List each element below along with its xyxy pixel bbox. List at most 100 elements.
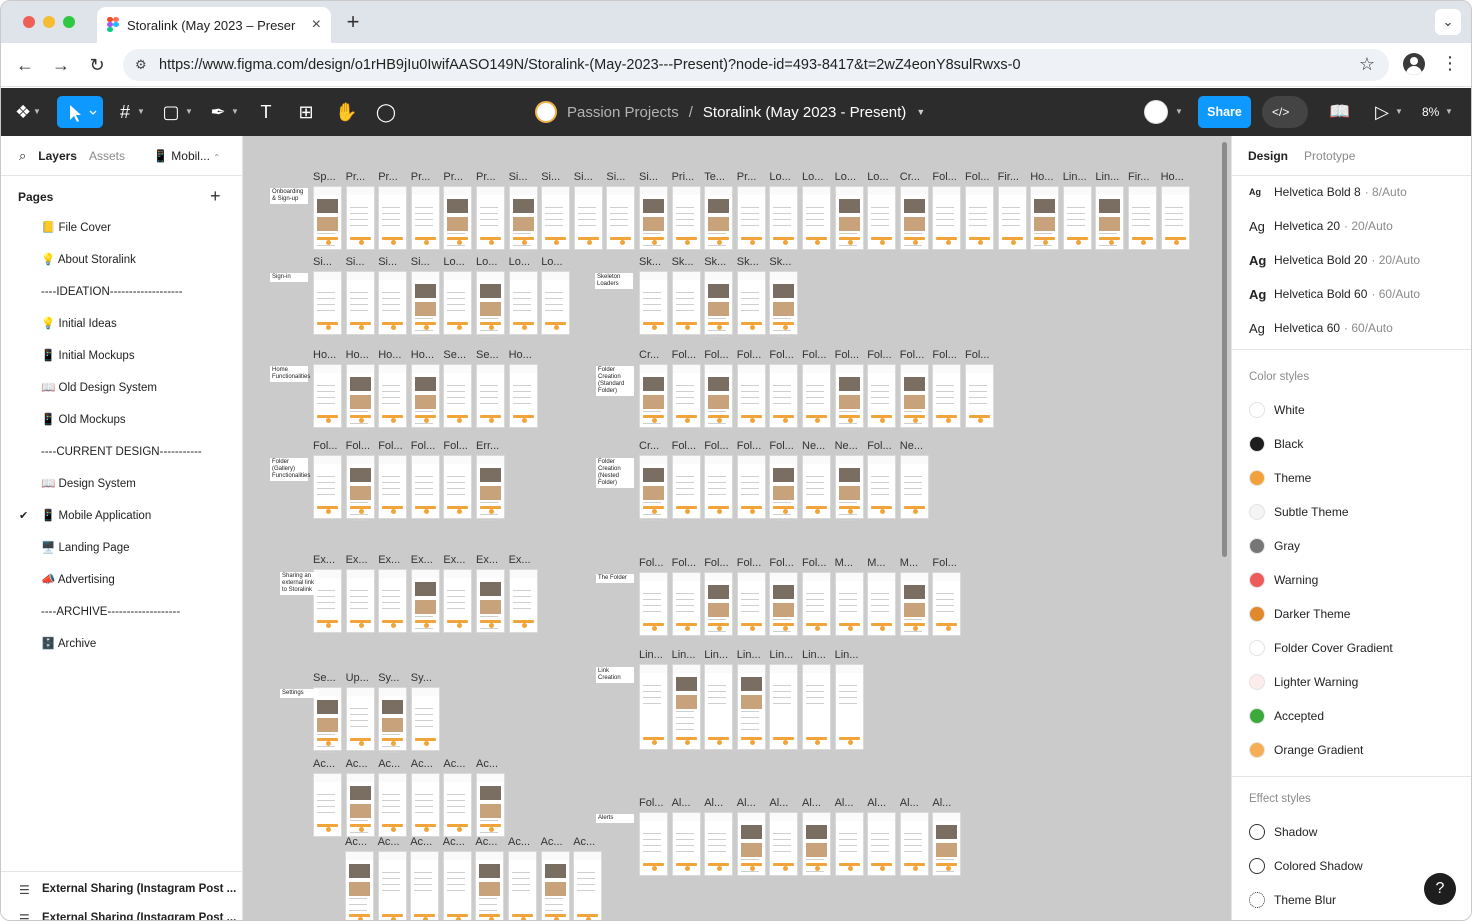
- frame-label[interactable]: Si...: [606, 171, 625, 183]
- mobile-frame[interactable]: [867, 364, 897, 428]
- frame-label[interactable]: Lo...: [835, 171, 856, 183]
- frame-label[interactable]: Ho...: [1030, 171, 1053, 183]
- layer-item[interactable]: External Sharing (Instagram Post ...: [42, 912, 238, 920]
- mobile-frame[interactable]: [1062, 186, 1092, 250]
- mobile-frame[interactable]: [410, 773, 440, 837]
- mobile-frame[interactable]: [540, 851, 570, 920]
- frame-label[interactable]: Si...: [411, 256, 430, 268]
- frame-label[interactable]: Se...: [313, 672, 336, 684]
- frame-label[interactable]: Fol...: [346, 440, 370, 452]
- mobile-frame[interactable]: [704, 455, 734, 519]
- mobile-frame[interactable]: [508, 851, 537, 920]
- frame-label[interactable]: Si...: [574, 171, 593, 183]
- frame-label[interactable]: Lin...: [737, 649, 761, 661]
- frame-label[interactable]: Lin...: [639, 649, 663, 661]
- mobile-frame[interactable]: [313, 271, 342, 335]
- frame-label[interactable]: Lo...: [867, 171, 888, 183]
- frame-label[interactable]: Cr...: [639, 440, 659, 452]
- effect-style-item[interactable]: Shadow: [1249, 822, 1317, 842]
- color-style-item[interactable]: Darker Theme: [1249, 604, 1350, 624]
- mobile-frame[interactable]: [313, 186, 342, 252]
- section-label[interactable]: Skeleton Loaders: [595, 273, 633, 289]
- color-style-item[interactable]: Orange Gradient: [1249, 740, 1363, 760]
- color-style-item[interactable]: Gray: [1249, 536, 1300, 556]
- text-tool-icon[interactable]: T: [255, 100, 277, 124]
- mobile-frame[interactable]: [508, 569, 538, 633]
- mobile-frame[interactable]: [443, 455, 473, 519]
- frame-label[interactable]: Pr...: [378, 171, 398, 183]
- section-label[interactable]: Home Functionalities: [270, 366, 310, 382]
- frame-label[interactable]: Ex...: [443, 554, 465, 566]
- frame-label[interactable]: Pr...: [346, 171, 366, 183]
- mobile-frame[interactable]: [899, 572, 929, 638]
- frame-label[interactable]: Ac...: [346, 758, 368, 770]
- present-play-icon[interactable]: ▷: [1372, 100, 1392, 124]
- frame-label[interactable]: Pr...: [411, 171, 431, 183]
- mobile-frame[interactable]: [345, 455, 375, 521]
- frame-label[interactable]: M...: [900, 557, 918, 569]
- mobile-frame[interactable]: [377, 851, 407, 920]
- mobile-frame[interactable]: [345, 569, 375, 633]
- tab-search-chevron-icon[interactable]: ⌄: [1435, 9, 1461, 35]
- minimize-window-button[interactable]: [43, 16, 55, 28]
- frame-label[interactable]: Al...: [704, 797, 723, 809]
- mobile-frame[interactable]: [410, 455, 440, 519]
- frame-label[interactable]: Fol...: [737, 557, 761, 569]
- mobile-frame[interactable]: [736, 364, 766, 428]
- frame-label[interactable]: Cr...: [900, 171, 920, 183]
- mobile-frame[interactable]: [899, 364, 929, 430]
- mobile-frame[interactable]: [704, 364, 734, 430]
- frame-label[interactable]: Fol...: [672, 349, 696, 361]
- mobile-frame[interactable]: [736, 186, 766, 250]
- frame-label[interactable]: Ho...: [378, 349, 401, 361]
- section-label[interactable]: The Folder: [596, 574, 634, 583]
- mobile-frame[interactable]: [932, 572, 962, 636]
- mobile-frame[interactable]: [802, 664, 831, 750]
- frame-label[interactable]: Si...: [346, 256, 365, 268]
- mobile-frame[interactable]: [639, 186, 668, 252]
- frame-label[interactable]: Fol...: [965, 171, 989, 183]
- rectangle-tool-icon[interactable]: ▢: [161, 100, 181, 124]
- mobile-frame[interactable]: [443, 773, 473, 837]
- page-item[interactable]: 📖 Old Design System: [41, 378, 157, 398]
- page-item[interactable]: ----ARCHIVE-------------------: [41, 602, 180, 622]
- frame-label[interactable]: Lin...: [1063, 171, 1087, 183]
- library-book-icon[interactable]: 📖: [1328, 100, 1352, 124]
- move-tool-button[interactable]: [57, 96, 103, 128]
- layer-item[interactable]: External Sharing (Instagram Post ...: [42, 883, 238, 895]
- frame-label[interactable]: Ex...: [346, 554, 368, 566]
- mobile-frame[interactable]: [378, 455, 408, 519]
- mobile-frame[interactable]: [639, 455, 668, 521]
- tab-close-icon[interactable]: ×: [312, 16, 321, 34]
- canvas-scrollbar[interactable]: [1222, 142, 1227, 557]
- frame-label[interactable]: Fol...: [378, 440, 402, 452]
- frame-label[interactable]: Lo...: [476, 256, 497, 268]
- page-item[interactable]: 💡 About Storalink: [41, 250, 136, 270]
- frame-label[interactable]: Ac...: [378, 758, 400, 770]
- frame-label[interactable]: Pri...: [672, 171, 695, 183]
- tab-assets[interactable]: Assets: [89, 149, 125, 163]
- frame-label[interactable]: Lin...: [835, 649, 859, 661]
- frame-label[interactable]: Fol...: [411, 440, 435, 452]
- mobile-frame[interactable]: [899, 455, 929, 519]
- mobile-frame[interactable]: [410, 186, 440, 250]
- frame-label[interactable]: Si...: [541, 171, 560, 183]
- pen-tool-icon[interactable]: ✒: [207, 100, 229, 124]
- mobile-frame[interactable]: [704, 664, 734, 750]
- mobile-frame[interactable]: [769, 271, 799, 337]
- frame-label[interactable]: Fol...: [802, 349, 826, 361]
- frame-label[interactable]: Fol...: [639, 797, 663, 809]
- frame-label[interactable]: Lo...: [541, 256, 562, 268]
- mobile-frame[interactable]: [834, 572, 864, 636]
- mobile-frame[interactable]: [802, 455, 831, 519]
- mobile-frame[interactable]: [671, 186, 701, 250]
- frame-label[interactable]: Sk...: [672, 256, 694, 268]
- tab-prototype[interactable]: Prototype: [1304, 149, 1355, 163]
- mobile-frame[interactable]: [378, 569, 408, 633]
- page-item[interactable]: 📱 Mobile Application: [41, 506, 151, 526]
- mobile-frame[interactable]: [508, 364, 538, 428]
- page-item[interactable]: 📒 File Cover: [41, 218, 111, 238]
- frame-label[interactable]: Fol...: [672, 557, 696, 569]
- page-item[interactable]: 🗄️ Archive: [41, 634, 96, 654]
- mobile-frame[interactable]: [345, 851, 374, 920]
